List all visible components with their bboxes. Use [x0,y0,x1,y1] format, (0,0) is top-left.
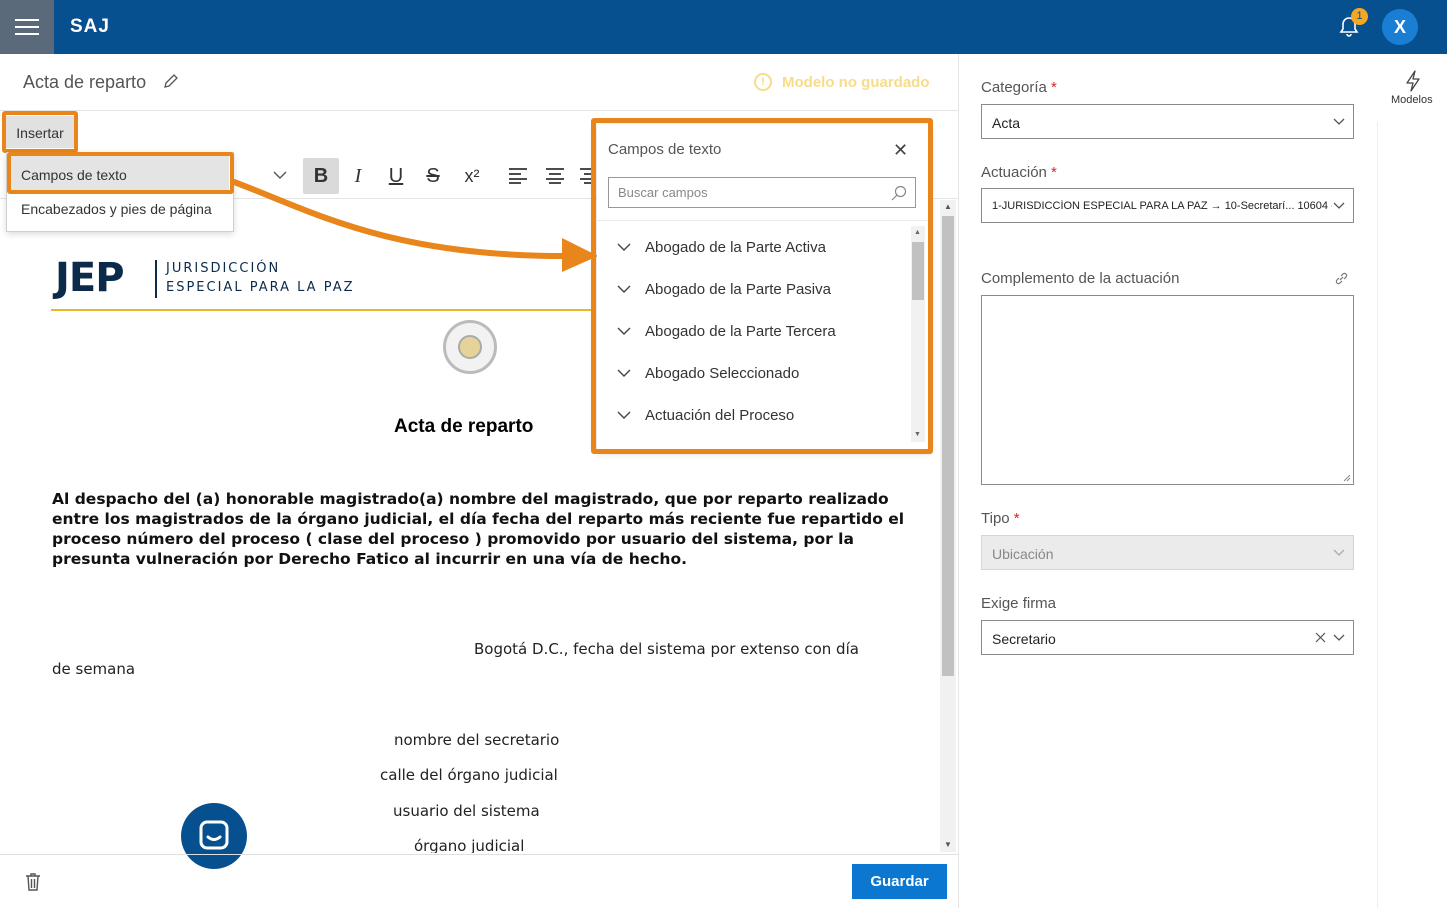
scroll-down-arrow[interactable]: ▼ [944,840,952,849]
tipo-select: Ubicación [981,535,1354,570]
warning-circle-icon: ! [754,73,772,91]
chevron-down-icon [1333,549,1345,556]
complemento-textarea[interactable] [981,295,1354,485]
divider [0,110,958,111]
annotation-arrow [231,179,598,272]
hamburger-menu-button[interactable] [0,0,54,54]
exige-firma-select[interactable]: Secretario [981,620,1354,655]
chevron-down-icon [1333,118,1345,125]
signature-line: nombre del secretario [394,731,560,749]
sidebar-divider [958,54,959,908]
resize-handle-icon[interactable] [1343,474,1351,482]
user-avatar[interactable]: X [1382,9,1418,45]
complemento-label: Complemento de la actuación [981,270,1180,287]
chat-button[interactable] [181,803,247,869]
jep-logo-line2: ESPECIAL PARA LA PAZ [166,280,355,295]
unsaved-status: Modelo no guardado [782,74,930,91]
categoria-label: Categoría * [981,79,1057,96]
chat-icon [199,820,229,850]
document-heading: Acta de reparto [394,416,534,437]
trash-icon[interactable] [24,872,42,892]
logo-underline [51,309,591,311]
tipo-label: Tipo * [981,510,1020,527]
exige-firma-label: Exige firma [981,595,1057,612]
signature-line: usuario del sistema [393,802,540,820]
actuacion-select[interactable]: 1-JURISDICCÍON ESPECIAL PARA LA PAZ → 10… [981,188,1354,223]
modelos-label[interactable]: Modelos [1391,94,1433,106]
date-line: Bogotá D.C., fecha del sistema por exten… [474,640,859,658]
signature-line: órgano judicial [414,837,525,853]
save-button[interactable]: Guardar [852,864,947,899]
footer-divider [0,854,958,855]
document-paragraph: Al despacho del (a) honorable magistrado… [52,490,905,568]
jep-logo-mark: JEP [55,255,125,301]
highlight-campos [7,152,234,194]
highlight-insert [2,111,78,153]
top-bar [0,0,1447,54]
app-brand[interactable]: SAJ [70,16,110,38]
signature-line: calle del órgano judicial [380,766,558,784]
highlight-fields-panel [591,118,933,454]
link-icon[interactable] [1335,272,1348,285]
hamburger-icon [15,19,39,21]
clear-icon[interactable] [1315,632,1326,643]
menu-item-encabezados[interactable]: Encabezados y pies de página [21,201,212,217]
pencil-icon[interactable] [163,73,179,89]
chevron-down-icon [1333,634,1345,641]
bolt-icon[interactable] [1404,70,1422,92]
document-title: Acta de reparto [23,72,147,92]
notification-badge: 1 [1351,8,1368,25]
actuacion-label: Actuación * [981,164,1057,181]
date-line-continuation: de semana [52,660,136,678]
colombia-seal-image [443,320,497,374]
categoria-select[interactable]: Acta [981,104,1354,139]
editor-scroll-thumb[interactable] [942,216,954,676]
scroll-up-arrow[interactable]: ▲ [944,202,952,211]
sidebar-divider-2 [1377,122,1378,908]
chevron-down-icon [1333,202,1345,209]
